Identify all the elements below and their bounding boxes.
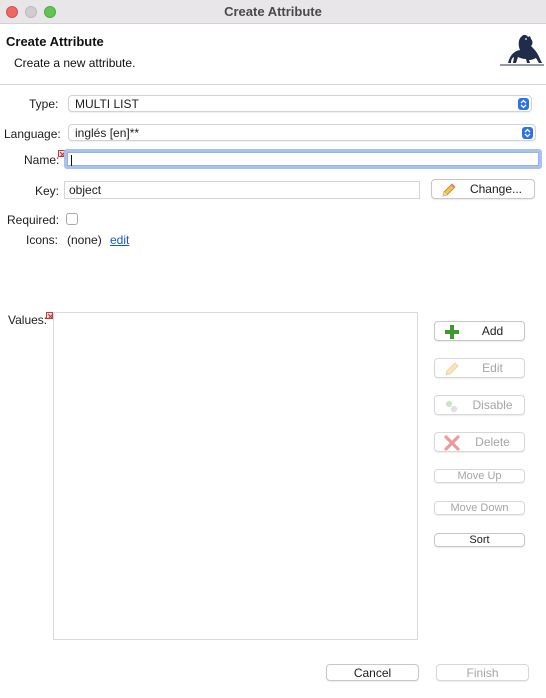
name-input[interactable] [64, 149, 542, 169]
name-label: Name: [24, 153, 60, 167]
add-value-button-label: Add [481, 324, 504, 338]
error-marker-icon [46, 312, 54, 320]
change-key-button-label: Change... [469, 182, 523, 196]
move-down-button[interactable]: Move Down [434, 501, 525, 515]
finish-button-label: Finish [466, 666, 499, 680]
name-input-border [67, 152, 539, 166]
sort-button-label: Sort [469, 534, 490, 546]
create-attribute-dialog: Create Attribute Create Attribute Create… [0, 0, 546, 698]
change-key-button[interactable]: Change... [431, 179, 535, 199]
language-select[interactable]: inglés [en]** [68, 124, 536, 141]
delete-value-button-label: Delete [475, 435, 510, 449]
disable-value-button[interactable]: Disable [434, 395, 525, 415]
finish-button[interactable]: Finish [436, 664, 529, 681]
page-description: Create a new attribute. [14, 56, 136, 70]
sort-button[interactable]: Sort [434, 533, 525, 547]
pencil-icon [442, 183, 456, 197]
disable-value-button-label: Disable [472, 398, 513, 412]
add-value-button[interactable]: Add [434, 321, 525, 341]
edit-icons-link[interactable]: edit [110, 233, 129, 247]
edit-value-button-label: Edit [482, 361, 503, 375]
pencil-icon [445, 362, 459, 376]
key-label: Key: [35, 184, 60, 198]
disable-dots-icon [446, 401, 458, 413]
values-list[interactable] [53, 312, 418, 640]
title-bar: Create Attribute [0, 0, 546, 24]
required-checkbox[interactable] [66, 213, 78, 225]
chevron-updown-icon [518, 98, 529, 110]
move-up-button[interactable]: Move Up [434, 469, 525, 483]
icons-value: (none) [67, 233, 102, 247]
text-caret [71, 155, 72, 166]
wizard-header: Create Attribute Create a new attribute. [0, 25, 546, 85]
move-down-button-label: Move Down [450, 502, 509, 514]
panther-logo-icon [500, 34, 544, 66]
cancel-button-label: Cancel [353, 666, 392, 680]
values-label: Values: [8, 313, 48, 327]
key-input[interactable]: object [64, 181, 420, 199]
delete-value-button[interactable]: Delete [434, 432, 525, 452]
type-select-value: MULTI LIST [75, 97, 139, 111]
delete-x-icon [444, 435, 460, 451]
type-label: Type: [29, 97, 59, 111]
key-input-value: object [69, 183, 102, 197]
required-label: Required: [7, 213, 60, 227]
cancel-button[interactable]: Cancel [326, 664, 419, 681]
move-up-button-label: Move Up [457, 470, 502, 482]
language-label: Language: [4, 127, 61, 141]
language-select-value: inglés [en]** [75, 126, 140, 140]
plus-icon [445, 325, 459, 339]
type-select[interactable]: MULTI LIST [68, 95, 532, 112]
page-title: Create Attribute [6, 34, 104, 49]
icons-label: Icons: [26, 233, 59, 247]
window-title: Create Attribute [224, 4, 322, 19]
chevron-updown-icon [522, 127, 533, 139]
edit-value-button[interactable]: Edit [434, 358, 525, 378]
